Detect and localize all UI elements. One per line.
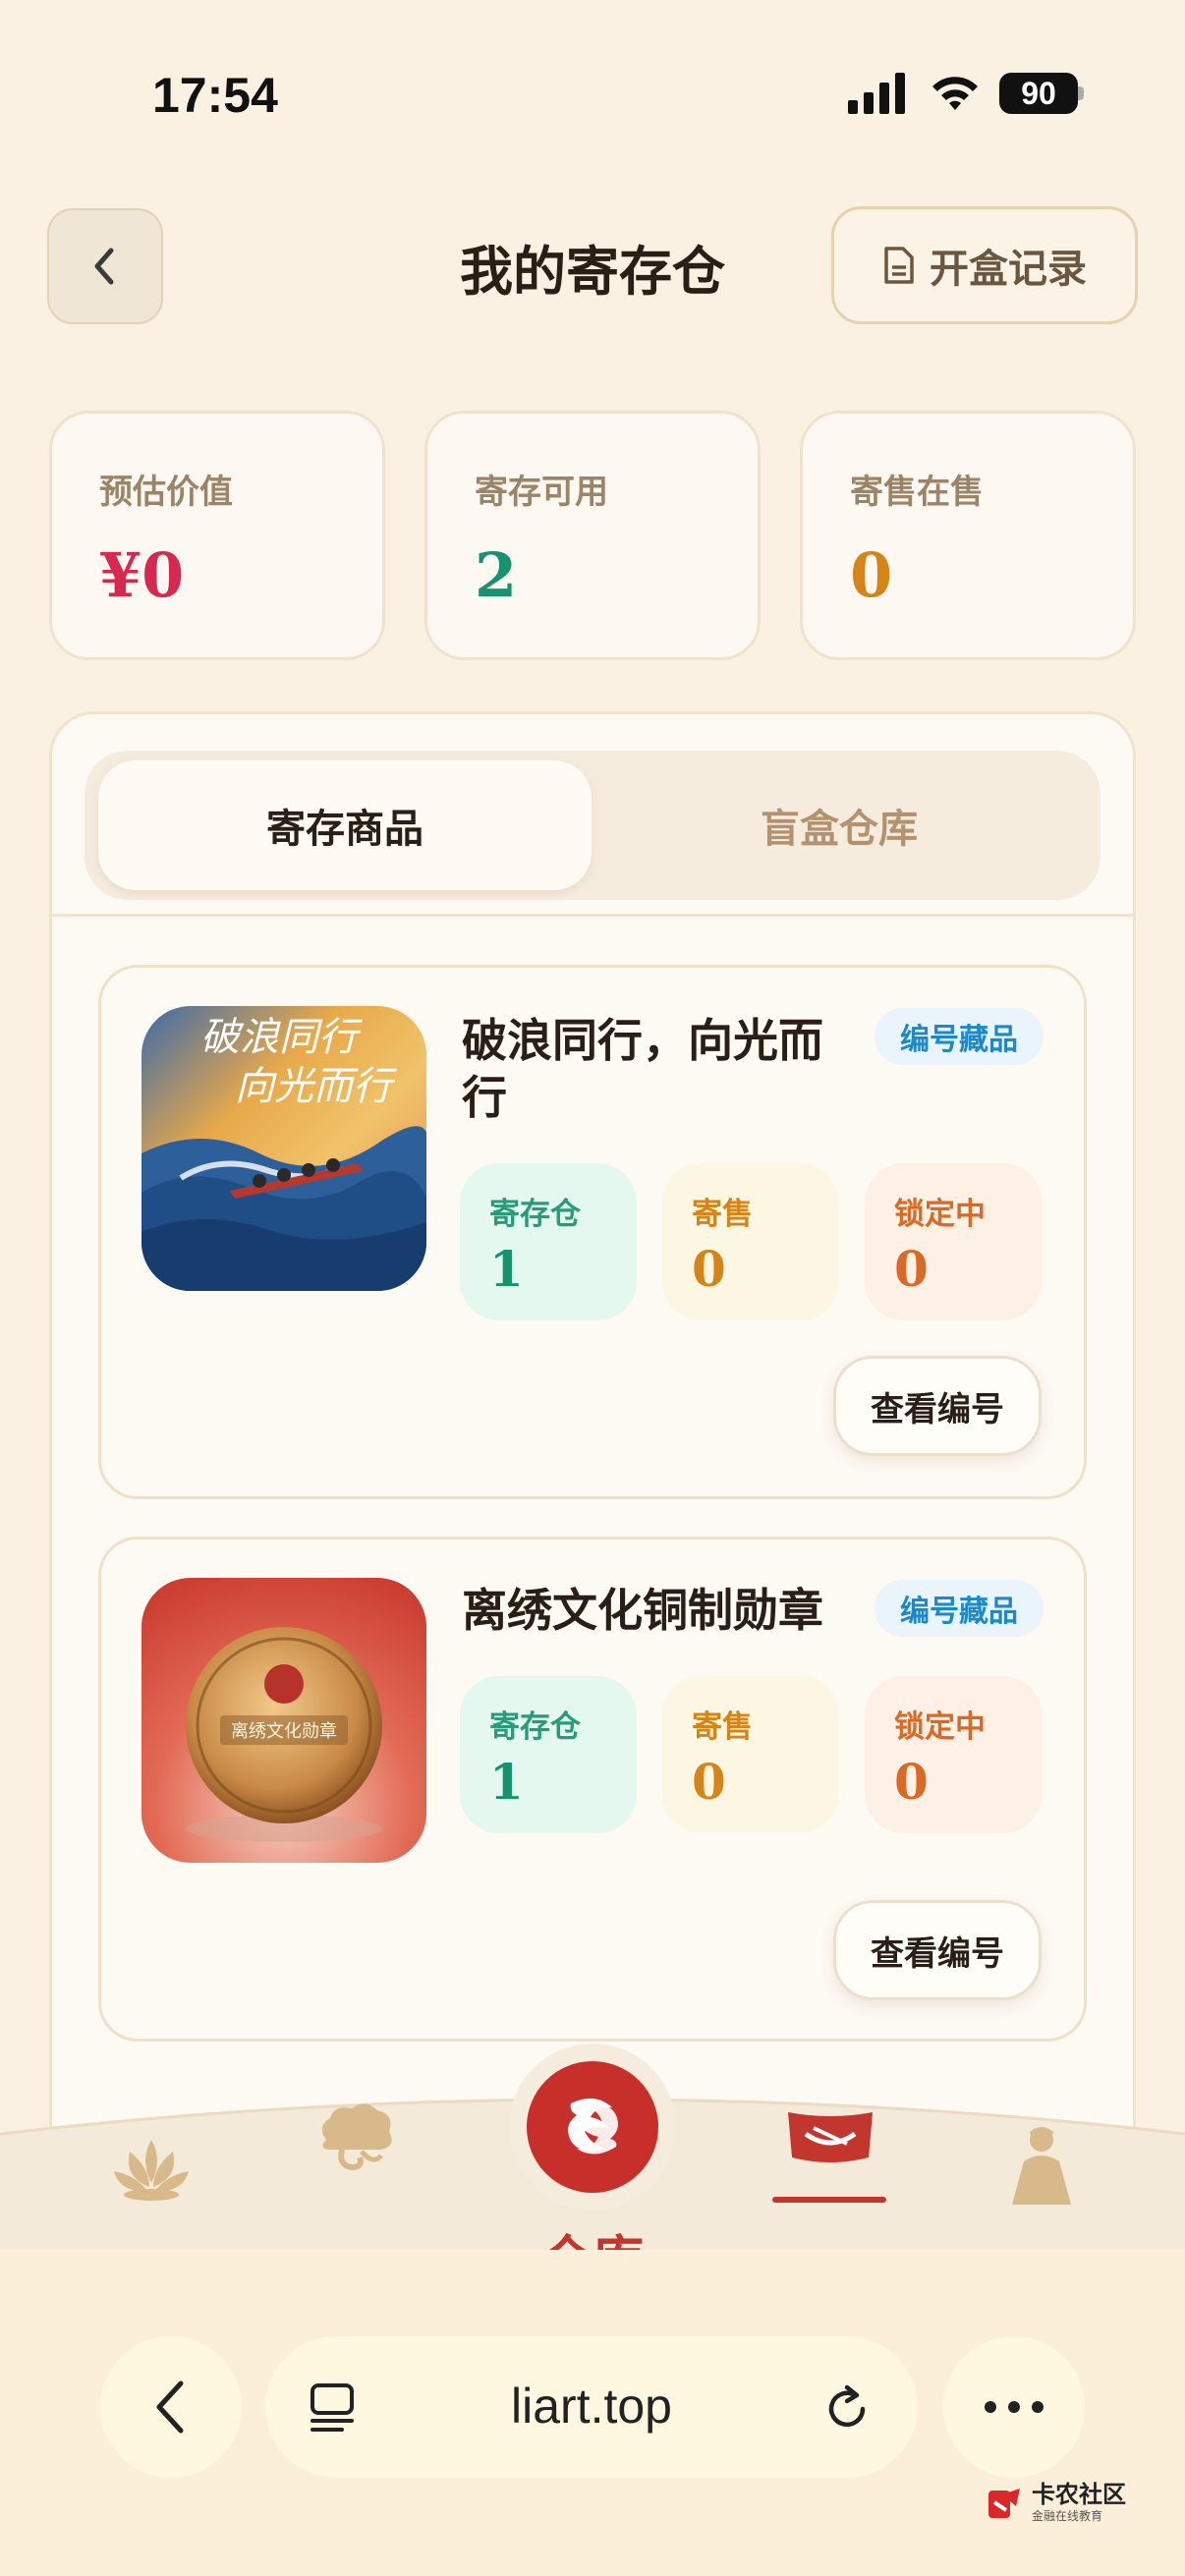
- divider: [51, 914, 1134, 917]
- active-tab-indicator: [772, 2197, 886, 2203]
- item-name: 破浪同行，向光而: [462, 1014, 823, 1067]
- metric-label: 寄售: [692, 1197, 753, 1232]
- history-label: 开盒记录: [930, 246, 1087, 292]
- medal-artwork: 离绣文化勋章: [141, 1578, 426, 1863]
- metric-value: 0: [692, 1240, 726, 1298]
- wifi-icon: [932, 77, 978, 110]
- metric-label: 寄存仓: [489, 1709, 581, 1745]
- stat-card-storage-available: 寄存可用 2: [424, 411, 761, 660]
- open-box-history-button[interactable]: 开盒记录: [831, 206, 1138, 324]
- document-icon: [884, 247, 914, 284]
- metric-value: 0: [692, 1753, 726, 1811]
- metric-value: 1: [489, 1240, 524, 1298]
- artwork-title: 破浪同行: [200, 1015, 363, 1060]
- warehouse-nav-button[interactable]: [509, 2044, 676, 2211]
- stat-value: 0: [850, 539, 893, 611]
- metric-value: 0: [894, 1753, 929, 1811]
- watermark-title: 卡农社区: [1032, 2482, 1126, 2508]
- artwork-subtitle: 向光而行: [235, 1064, 397, 1109]
- metric-consignment: 寄售 0: [662, 1163, 839, 1320]
- reload-icon[interactable]: [819, 2381, 875, 2436]
- dragon-logo-icon: [527, 2061, 658, 2193]
- status-time: 17:54: [152, 68, 278, 123]
- battery-indicator: 90: [999, 73, 1078, 114]
- item-name-continued: 行: [462, 1071, 507, 1124]
- metric-label: 寄存仓: [489, 1197, 581, 1232]
- item-thumbnail-rowing[interactable]: 破浪同行 向光而行: [141, 1006, 426, 1291]
- metric-consignment: 寄售 0: [662, 1676, 839, 1833]
- item-name: 离绣文化铜制勋章: [462, 1584, 823, 1637]
- view-serial-button[interactable]: 查看编号: [833, 1900, 1042, 2000]
- numbered-collectible-badge: 编号藏品: [875, 1580, 1044, 1637]
- metric-storage: 寄存仓 1: [460, 1163, 637, 1320]
- metric-storage: 寄存仓 1: [460, 1676, 637, 1833]
- metric-label: 锁定中: [894, 1197, 986, 1232]
- metric-locked: 锁定中 0: [865, 1163, 1042, 1320]
- rowing-artwork: 破浪同行 向光而行: [141, 1006, 426, 1291]
- more-dots-icon: [985, 2401, 1044, 2413]
- chevron-left-icon: [156, 2380, 184, 2434]
- flag-icon[interactable]: [784, 2108, 876, 2177]
- stat-value: 2: [475, 539, 518, 611]
- cloud-icon[interactable]: [312, 2097, 397, 2181]
- tab-stored-items[interactable]: 寄存商品: [98, 760, 592, 890]
- stat-label: 寄存可用: [475, 473, 608, 512]
- metric-label: 寄售: [692, 1709, 753, 1745]
- watermark-logo-icon: [988, 2488, 1020, 2518]
- watermark: 卡农社区 金融在线教育: [987, 2484, 1126, 2524]
- view-serial-button[interactable]: 查看编号: [833, 1356, 1042, 1456]
- medal-text: 离绣文化勋章: [231, 1721, 337, 1742]
- browser-back-button[interactable]: [100, 2336, 242, 2478]
- numbered-collectible-badge: 编号藏品: [875, 1008, 1044, 1065]
- watermark-subtitle: 金融在线教育: [1032, 2509, 1103, 2523]
- more-options-button[interactable]: [943, 2336, 1085, 2478]
- metric-label: 锁定中: [894, 1709, 986, 1745]
- metric-value: 0: [894, 1240, 929, 1298]
- battery-tip: [1078, 86, 1084, 100]
- item-thumbnail-medal[interactable]: 离绣文化勋章: [141, 1578, 426, 1863]
- metric-locked: 锁定中 0: [865, 1676, 1042, 1833]
- cellular-signal-icon: [848, 73, 905, 114]
- figure-icon[interactable]: [1002, 2122, 1081, 2212]
- metric-value: 1: [489, 1753, 524, 1811]
- stat-card-consignment-on-sale: 寄售在售 0: [800, 411, 1136, 660]
- lotus-icon[interactable]: [110, 2132, 193, 2205]
- stat-label: 预估价值: [99, 473, 233, 512]
- stat-value: ¥0: [99, 539, 185, 611]
- stat-card-estimated-value: 预估价值 ¥0: [49, 411, 385, 660]
- stat-label: 寄售在售: [850, 473, 984, 512]
- tab-blind-box-warehouse[interactable]: 盲盒仓库: [592, 760, 1087, 890]
